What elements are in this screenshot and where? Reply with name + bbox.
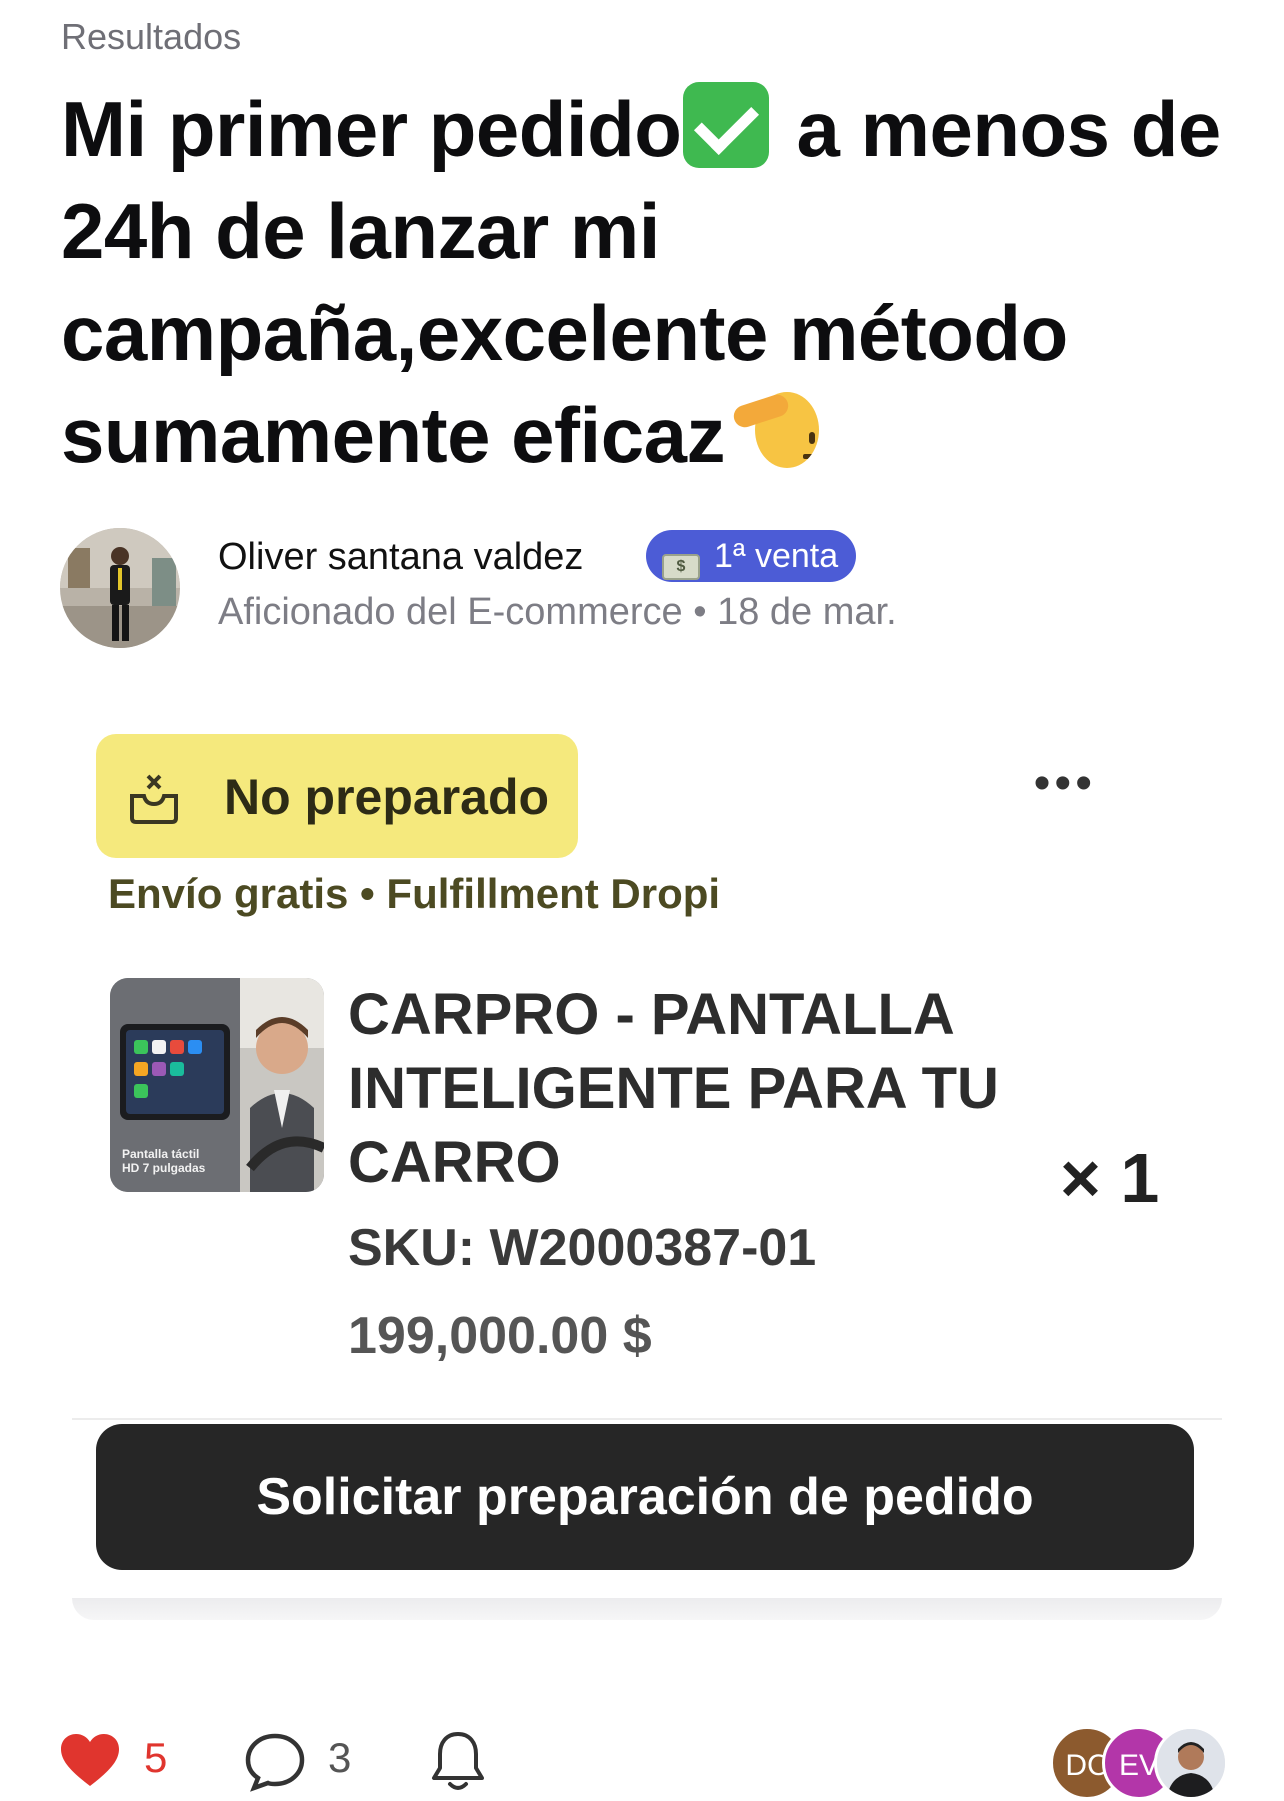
participant-avatar [1154, 1726, 1228, 1800]
order-status-label: No preparado [224, 769, 550, 825]
breadcrumb[interactable]: Resultados [61, 16, 241, 58]
participants-stack[interactable]: DC EV [1050, 1726, 1230, 1800]
saluting-face-icon [730, 386, 819, 472]
author-avatar[interactable] [60, 528, 180, 648]
svg-text:HD 7 pulgadas: HD 7 pulgadas [122, 1161, 206, 1175]
comment-icon[interactable] [244, 1732, 306, 1792]
shipping-info: Envío gratis • Fulfillment Dropi [108, 870, 721, 917]
status-pill: No preparado [96, 734, 578, 858]
badge-label: 1ª venta [714, 537, 839, 575]
comment-count: 3 [328, 1734, 352, 1781]
product-image: Pantalla táctil HD 7 pulgadas [110, 978, 324, 1192]
meta-separator: • [693, 591, 707, 633]
post-actions-bar: 5 3 DC EV [0, 1720, 1284, 1800]
product-price: 199,000.00 $ [348, 1307, 652, 1365]
achievement-badge[interactable]: $1ª venta [646, 530, 857, 582]
product-quantity: × 1 [1060, 1139, 1160, 1217]
post-date: 18 de mar. [717, 591, 897, 633]
card-edge [72, 1598, 1222, 1620]
like-count: 5 [144, 1734, 168, 1781]
svg-text:Pantalla táctil: Pantalla táctil [122, 1147, 199, 1161]
box-x-icon [130, 774, 178, 824]
product-sku: SKU: W2000387-01 [348, 1219, 817, 1277]
order-card-image[interactable]: No preparado ••• Envío gratis • Fulfillm… [72, 700, 1222, 1620]
post-title: Mi primer pedido a menos de 24h de lanza… [61, 78, 1241, 486]
heart-icon[interactable] [59, 1732, 121, 1788]
post-title-part1: Mi primer pedido [61, 85, 682, 173]
check-mark-icon [683, 82, 770, 168]
request-preparation-button: Solicitar preparación de pedido [96, 1424, 1194, 1570]
author-meta: Aficionado del E-commerce • 18 de mar. [218, 591, 897, 634]
product-name: CARPRO - PANTALLA INTELIGENTE PARA TU CA… [348, 982, 999, 1195]
bell-icon[interactable] [428, 1728, 488, 1794]
divider [72, 1418, 1222, 1420]
author-role: Aficionado del E-commerce [218, 591, 683, 633]
author-name[interactable]: Oliver santana valdez [218, 536, 583, 579]
more-options-icon: ••• [1033, 757, 1096, 810]
author-row: Oliver santana valdez $1ª venta Aficiona… [60, 528, 1160, 652]
dollar-banknote-icon: $ [662, 554, 700, 580]
